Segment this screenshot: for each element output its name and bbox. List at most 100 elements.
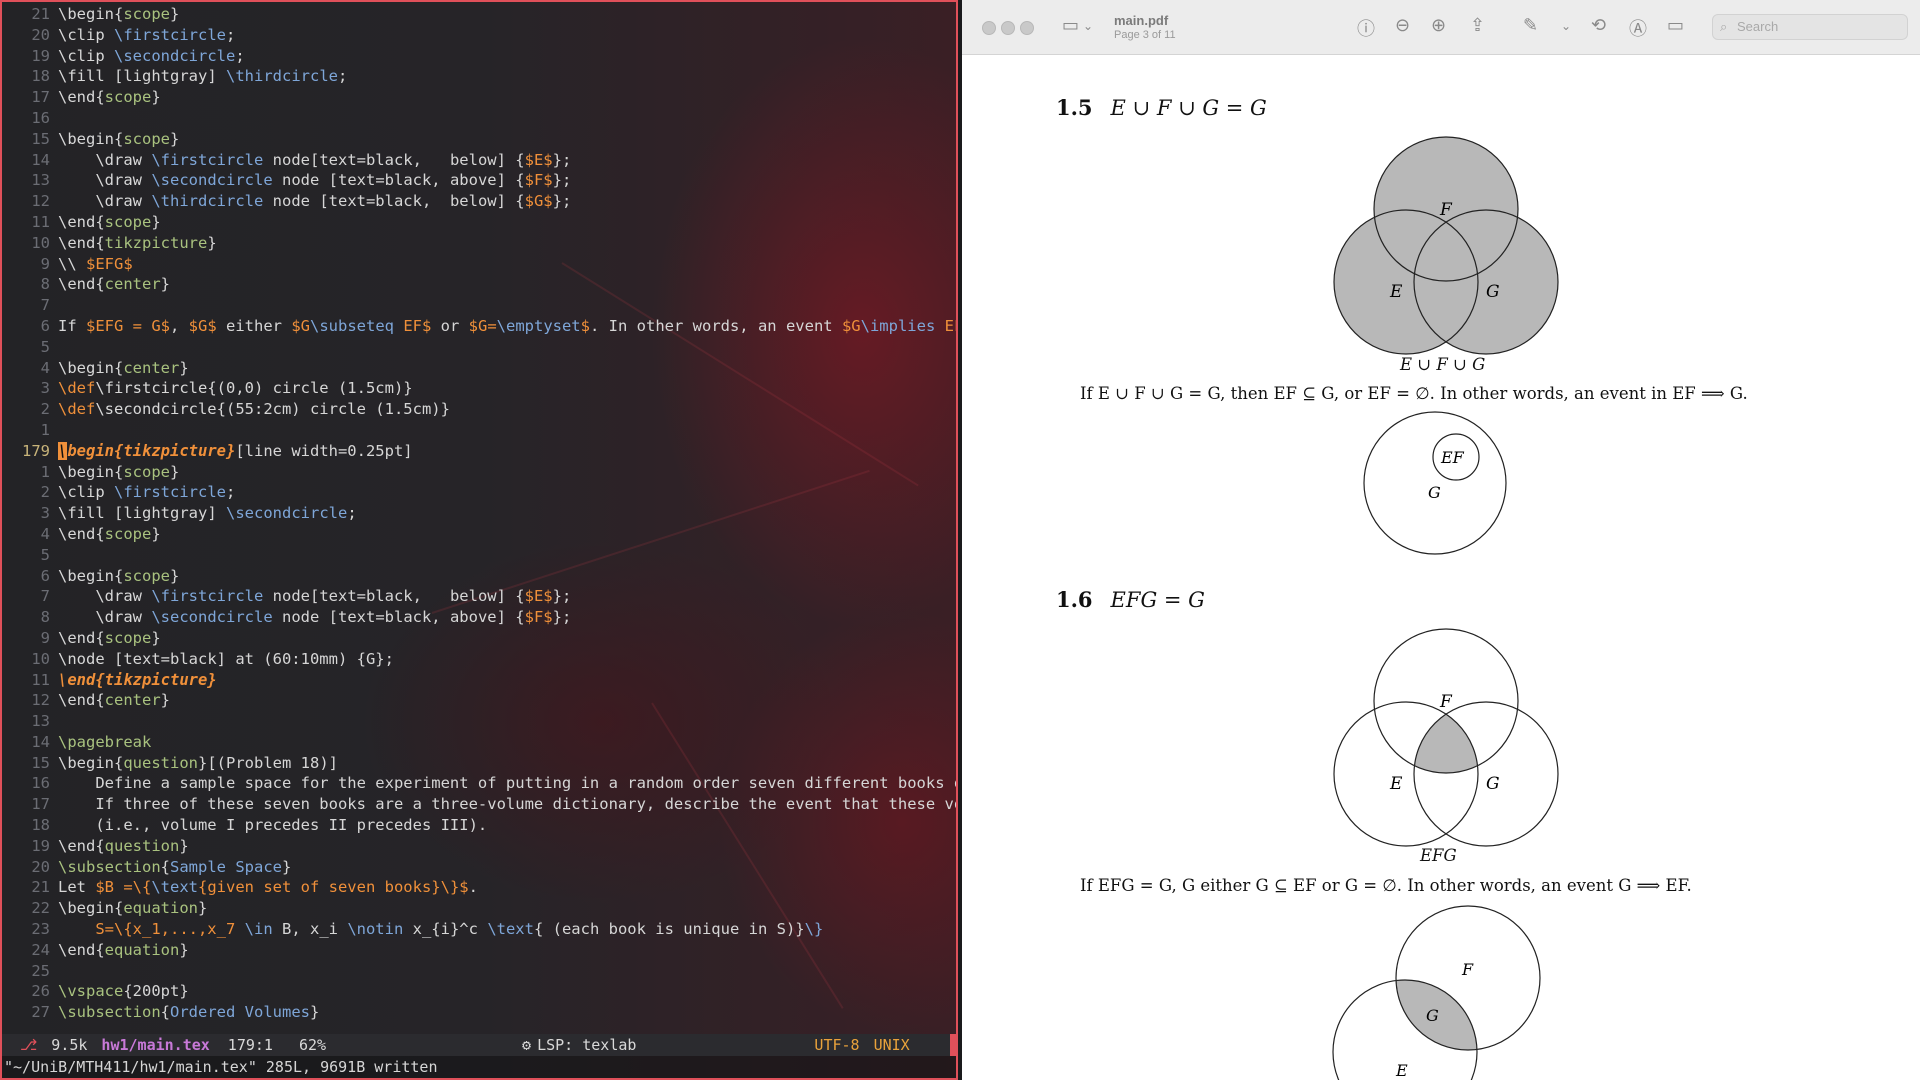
code-text[interactable]: \end{question} xyxy=(58,836,189,857)
code-text[interactable]: \def\firstcircle{(0,0) circle (1.5cm)} xyxy=(58,378,413,399)
code-line[interactable]: 18 \fill [lightgray] \thirdcircle; xyxy=(2,66,956,87)
code-line[interactable]: 20 \clip \firstcircle; xyxy=(2,25,956,46)
code-line[interactable]: 9 \\ $EFG$ xyxy=(2,254,956,275)
code-text[interactable]: \node [text=black] at (60:10mm) {G}; xyxy=(58,649,394,670)
code-line[interactable]: 4 \end{scope} xyxy=(2,524,956,545)
code-line[interactable]: 6 \begin{scope} xyxy=(2,566,956,587)
code-line[interactable]: 18 (i.e., volume I precedes II precedes … xyxy=(2,815,956,836)
code-text[interactable]: \begin{center} xyxy=(58,358,189,379)
code-text[interactable]: \end{equation} xyxy=(58,940,189,961)
search-input[interactable]: ⌕ Search xyxy=(1712,14,1908,40)
markup-pen-icon[interactable]: ✎ xyxy=(1523,15,1538,36)
sidebar-toggle-icon[interactable]: ▭ xyxy=(1062,15,1079,36)
code-line[interactable]: 17 \end{scope} xyxy=(2,87,956,108)
code-line[interactable]: 2 \clip \firstcircle; xyxy=(2,482,956,503)
code-line[interactable]: 179 \begin{tikzpicture}[line width=0.25pt… xyxy=(2,441,956,462)
code-text[interactable]: \draw \secondcircle node [text=black, ab… xyxy=(58,170,571,191)
code-line[interactable]: 8 \end{center} xyxy=(2,274,956,295)
code-line[interactable]: 10 \node [text=black] at (60:10mm) {G}; xyxy=(2,649,956,670)
editor-pane[interactable]: 21 \begin{scope} 20 \clip \firstcircle; 19 \c… xyxy=(0,0,958,1080)
code-line[interactable]: 22 \begin{equation} xyxy=(2,898,956,919)
zoom-in-icon[interactable]: ⊕ xyxy=(1431,15,1446,36)
code-text[interactable]: (i.e., volume I precedes II precedes III… xyxy=(58,815,487,836)
code-text[interactable]: \clip \secondcircle; xyxy=(58,46,245,67)
code-text[interactable]: \fill [lightgray] \secondcircle; xyxy=(58,503,357,524)
code-text[interactable]: \pagebreak xyxy=(58,732,151,753)
code-line[interactable]: 11 \end{tikzpicture} xyxy=(2,670,956,691)
code-line[interactable]: 25 xyxy=(2,961,956,982)
zoom-window-button[interactable] xyxy=(1020,21,1034,35)
code-text[interactable]: Define a sample space for the experiment… xyxy=(58,773,956,794)
code-text[interactable]: \begin{scope} xyxy=(58,462,179,483)
code-text[interactable]: \end{tikzpicture} xyxy=(58,233,217,254)
code-line[interactable]: 16 xyxy=(2,108,956,129)
code-text[interactable]: \end{scope} xyxy=(58,628,161,649)
code-text[interactable]: \\ $EFG$ xyxy=(58,254,133,275)
code-text[interactable]: \end{center} xyxy=(58,274,170,295)
share-icon[interactable]: ⇪ xyxy=(1470,15,1485,36)
code-line[interactable]: 7 \draw \firstcircle node[text=black, be… xyxy=(2,586,956,607)
code-text[interactable]: \begin{tikzpicture}[line width=0.25pt] xyxy=(58,441,413,462)
code-text[interactable]: \begin{scope} xyxy=(58,566,179,587)
code-line[interactable]: 8 \draw \secondcircle node [text=black, … xyxy=(2,607,956,628)
code-line[interactable]: 19 \clip \secondcircle; xyxy=(2,46,956,67)
code-line[interactable]: 13 xyxy=(2,711,956,732)
code-text[interactable]: \fill [lightgray] \thirdcircle; xyxy=(58,66,347,87)
code-text[interactable]: \subsection{Sample Space} xyxy=(58,857,291,878)
code-line[interactable]: 23 S=\{x_1,...,x_7 \in B, x_i \notin x_{… xyxy=(2,919,956,940)
code-text[interactable]: \clip \firstcircle; xyxy=(58,482,235,503)
code-line[interactable]: 17 If three of these seven books are a t… xyxy=(2,794,956,815)
code-line[interactable]: 4 \begin{center} xyxy=(2,358,956,379)
code-text[interactable]: \clip \firstcircle; xyxy=(58,25,235,46)
rotate-icon[interactable]: ⟲ xyxy=(1591,15,1606,36)
code-line[interactable]: 14 \draw \firstcircle node[text=black, b… xyxy=(2,150,956,171)
code-text[interactable]: \end{scope} xyxy=(58,524,161,545)
code-text[interactable]: \draw \secondcircle node [text=black, ab… xyxy=(58,607,571,628)
annotate-icon[interactable]: Ⓐ xyxy=(1629,15,1647,41)
code-line[interactable]: 11 \end{scope} xyxy=(2,212,956,233)
form-fill-icon[interactable]: ▭ xyxy=(1667,15,1684,36)
code-text[interactable]: S=\{x_1,...,x_7 \in B, x_i \notin x_{i}^… xyxy=(58,919,823,940)
close-window-button[interactable] xyxy=(982,21,996,35)
code-line[interactable]: 7 xyxy=(2,295,956,316)
code-text[interactable]: \begin{scope} xyxy=(58,4,179,25)
code-line[interactable]: 13 \draw \secondcircle node [text=black,… xyxy=(2,170,956,191)
code-buffer[interactable]: 21 \begin{scope} 20 \clip \firstcircle; 19 \c… xyxy=(2,4,956,1023)
code-line[interactable]: 14 \pagebreak xyxy=(2,732,956,753)
code-line[interactable]: 27 \subsection{Ordered Volumes} xyxy=(2,1002,956,1023)
code-text[interactable]: Let $B =\{\text{given set of seven books… xyxy=(58,877,478,898)
code-line[interactable]: 15 \begin{scope} xyxy=(2,129,956,150)
code-text[interactable]: \end{scope} xyxy=(58,212,161,233)
code-line[interactable]: 3 \fill [lightgray] \secondcircle; xyxy=(2,503,956,524)
code-text[interactable]: \begin{scope} xyxy=(58,129,179,150)
code-line[interactable]: 9 \end{scope} xyxy=(2,628,956,649)
code-text[interactable]: \end{center} xyxy=(58,690,170,711)
pdf-page[interactable]: 1.5 E ∪ F ∪ G = G F E G E ∪ F ∪ G If E ∪ … xyxy=(962,55,1920,1080)
command-line[interactable]: "~/UniB/MTH411/hw1/main.tex" 285L, 9691B… xyxy=(2,1056,956,1078)
code-line[interactable]: 10 \end{tikzpicture} xyxy=(2,233,956,254)
code-line[interactable]: 6 If $EFG = G$, $G$ either $G\subseteq EF… xyxy=(2,316,956,337)
code-line[interactable]: 21 Let $B =\{\text{given set of seven boo… xyxy=(2,877,956,898)
code-line[interactable]: 20 \subsection{Sample Space} xyxy=(2,857,956,878)
code-line[interactable]: 26 \vspace{200pt} xyxy=(2,981,956,1002)
info-icon[interactable]: ⓘ xyxy=(1357,15,1375,41)
chevron-down-icon[interactable]: ⌄ xyxy=(1083,19,1093,33)
code-line[interactable]: 3 \def\firstcircle{(0,0) circle (1.5cm)} xyxy=(2,378,956,399)
code-line[interactable]: 16 Define a sample space for the experim… xyxy=(2,773,956,794)
code-line[interactable]: 1 xyxy=(2,420,956,441)
code-line[interactable]: 21 \begin{scope} xyxy=(2,4,956,25)
code-text[interactable]: \begin{equation} xyxy=(58,898,207,919)
code-line[interactable]: 1 \begin{scope} xyxy=(2,462,956,483)
code-text[interactable]: If three of these seven books are a thre… xyxy=(58,794,956,815)
code-line[interactable]: 12 \draw \thirdcircle node [text=black, … xyxy=(2,191,956,212)
code-text[interactable]: \end{scope} xyxy=(58,87,161,108)
code-line[interactable]: 15 \begin{question}[(Problem 18)] xyxy=(2,753,956,774)
code-line[interactable]: 24 \end{equation} xyxy=(2,940,956,961)
code-line[interactable]: 12 \end{center} xyxy=(2,690,956,711)
code-text[interactable]: \subsection{Ordered Volumes} xyxy=(58,1002,319,1023)
code-text[interactable]: \end{tikzpicture} xyxy=(58,670,217,691)
code-text[interactable]: If $EFG = G$, $G$ either $G\subseteq EF$… xyxy=(58,316,956,337)
minimize-window-button[interactable] xyxy=(1001,21,1015,35)
chevron-down-icon[interactable]: ⌄ xyxy=(1561,19,1571,33)
code-line[interactable]: 19 \end{question} xyxy=(2,836,956,857)
